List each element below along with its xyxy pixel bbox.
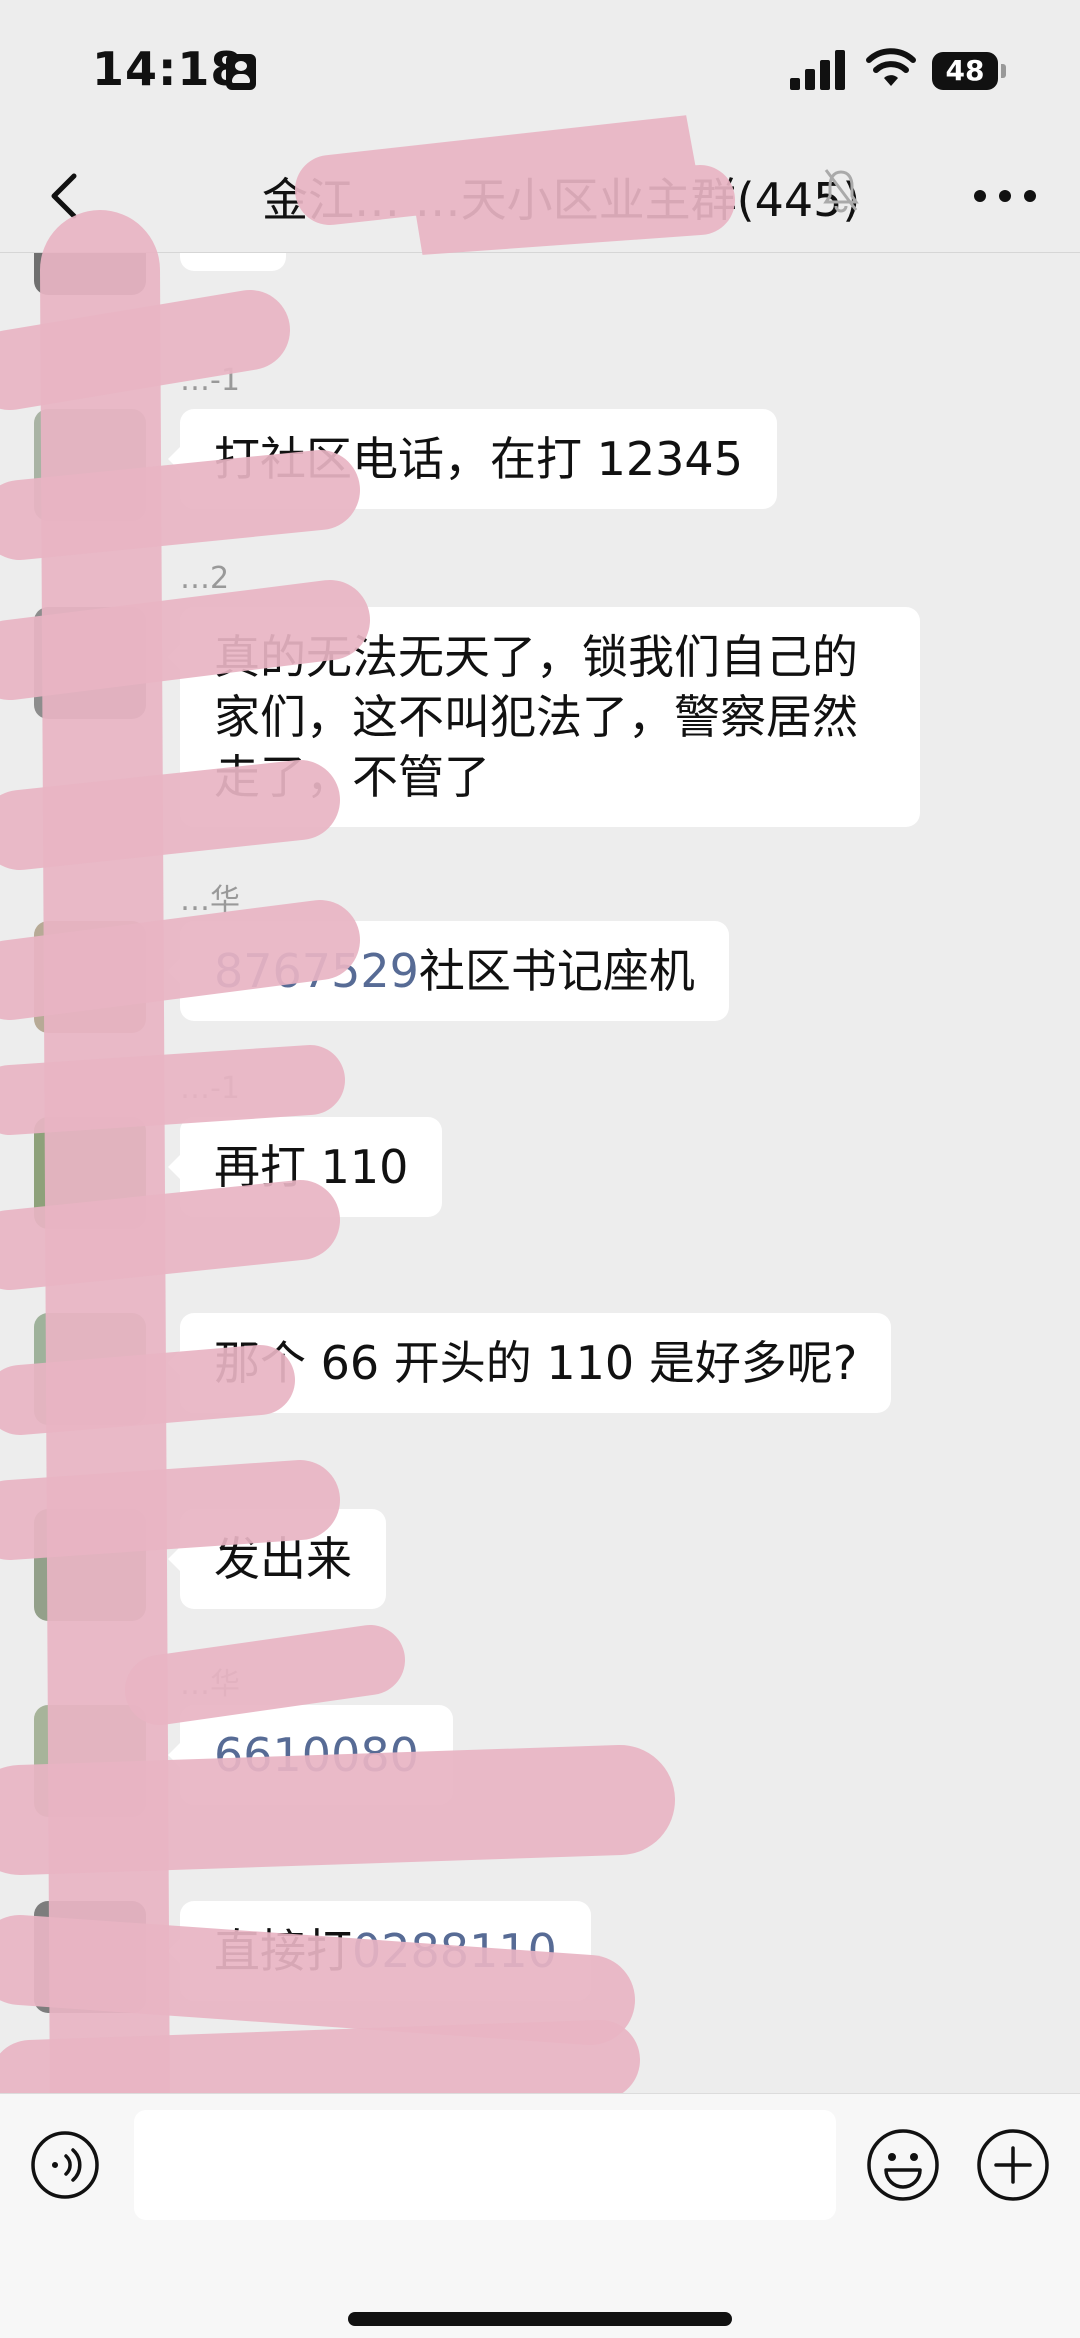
home-indicator[interactable]	[348, 2312, 732, 2326]
status-time: 14:18	[92, 42, 244, 96]
message-bubble[interactable]: 再打 110	[167, 1117, 443, 1217]
avatar[interactable]	[34, 1509, 146, 1621]
avatar[interactable]	[34, 1705, 146, 1817]
message-bubble[interactable]: 打社区电话，在打 12345	[168, 409, 777, 509]
battery-icon: 48	[932, 52, 1006, 90]
signal-icon	[790, 50, 845, 90]
avatar[interactable]	[34, 1117, 146, 1229]
avatar[interactable]	[34, 253, 146, 295]
message-bubble[interactable]: 😭	[180, 253, 286, 271]
id-card-icon	[226, 54, 256, 90]
message-input[interactable]	[134, 2110, 836, 2220]
avatar[interactable]	[34, 607, 146, 719]
message-bubble[interactable]: 直接打0288110	[168, 1901, 591, 2001]
phone-link[interactable]: 6610080	[214, 1728, 419, 1782]
group-title[interactable]: 金江… …天小区业主群(445)	[262, 164, 860, 230]
sender-name: …-1	[180, 1071, 240, 1106]
avatar[interactable]	[34, 1313, 146, 1425]
voice-icon[interactable]	[30, 2130, 100, 2200]
avatar[interactable]	[34, 409, 146, 521]
chat-header: 金江… …天小区业主群(445)	[0, 140, 1080, 253]
mute-bell-icon	[823, 169, 859, 213]
phone-link[interactable]: 0288110	[352, 1924, 557, 1978]
sender-name: …华	[180, 1667, 240, 1702]
message-bubble[interactable]: 真的无法无天了，锁我们自己的家们，这不叫犯法了，警察居然走了，不管了	[168, 607, 920, 827]
message-bubble[interactable]: 发出来	[168, 1509, 386, 1609]
input-bar	[0, 2093, 1080, 2338]
more-icon[interactable]	[970, 170, 1040, 220]
phone-link[interactable]: 8767529	[214, 944, 419, 998]
sender-name: …-1	[180, 363, 240, 398]
message-text: 社区书记座机	[418, 944, 695, 998]
avatar[interactable]	[34, 921, 146, 1033]
message-bubble[interactable]: 那个 66 开头的 110 是好多呢?	[167, 1313, 892, 1413]
back-icon[interactable]	[38, 164, 98, 228]
message-bubble[interactable]: 8767529社区书记座机	[168, 921, 729, 1021]
message-text: 直接打	[214, 1924, 352, 1978]
status-bar: 14:18 48	[0, 0, 1080, 140]
message-bubble[interactable]: 6610080	[168, 1705, 453, 1805]
emoji-icon[interactable]	[866, 2128, 940, 2202]
plus-icon[interactable]	[976, 2128, 1050, 2202]
sender-name: …2	[180, 561, 230, 596]
avatar[interactable]	[34, 1901, 146, 2013]
wifi-icon	[866, 48, 916, 86]
sender-name: …华	[180, 883, 240, 918]
message-list: 😭 …-1 打社区电话，在打 12345 …2 真的无法无天了，锁我们自己的家们…	[0, 253, 1080, 2093]
